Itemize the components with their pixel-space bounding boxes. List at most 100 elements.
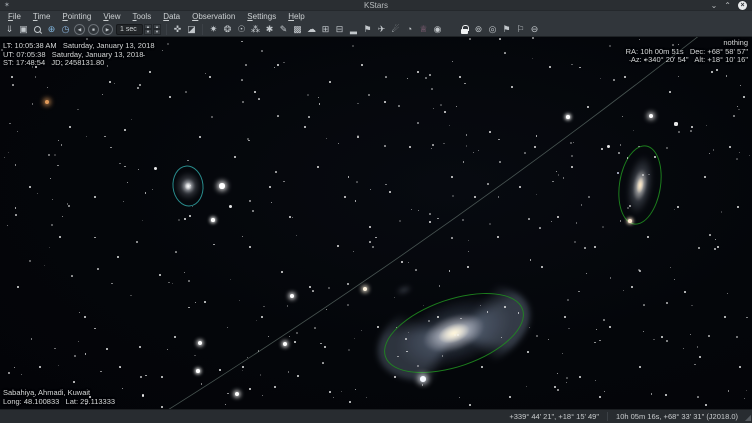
- set-time-button[interactable]: ◷: [59, 23, 72, 36]
- minimize-button[interactable]: ⌄: [711, 1, 718, 10]
- star: [209, 76, 211, 78]
- star: [649, 114, 654, 119]
- ekos-button[interactable]: ◉: [431, 23, 444, 36]
- timestep-down-button[interactable]: ▼: [144, 29, 152, 35]
- faint-star: [473, 152, 475, 154]
- toggle-deep-sky-objects-button[interactable]: ❂: [221, 23, 234, 36]
- toggle-satellites-button[interactable]: ✈: [375, 23, 388, 36]
- remove-flag-button[interactable]: ⚐: [514, 23, 527, 36]
- focus-infobox[interactable]: nothingRA: 10h 00m 51s Dec: +68° 58' 57"…: [626, 39, 748, 65]
- star: [17, 286, 19, 288]
- faint-star: [114, 83, 115, 84]
- faint-star: [187, 160, 189, 162]
- open-image-button[interactable]: ▣: [17, 23, 30, 36]
- toggle-stars-button[interactable]: ✷: [207, 23, 220, 36]
- toggle-flags-button[interactable]: ⚑: [361, 23, 374, 36]
- stop-clock-button[interactable]: ■: [88, 24, 99, 35]
- download-new-data-button[interactable]: ⇓: [3, 23, 16, 36]
- toggle-milky-way-button[interactable]: ☁: [305, 23, 318, 36]
- star: [124, 129, 127, 132]
- star: [196, 369, 200, 373]
- star: [437, 316, 439, 318]
- menu-data[interactable]: Data: [157, 11, 186, 22]
- faint-star: [225, 404, 226, 405]
- faint-star: [50, 178, 51, 179]
- whats-interesting-button[interactable]: ♕: [417, 23, 430, 36]
- faint-star: [459, 397, 460, 398]
- faint-star: [599, 340, 600, 341]
- menu-view[interactable]: View: [97, 11, 126, 22]
- faint-star: [370, 189, 372, 191]
- faint-star: [296, 235, 298, 237]
- slew-telescope-button[interactable]: ⊚: [472, 23, 485, 36]
- faint-star: [277, 115, 279, 117]
- star: [617, 172, 620, 175]
- faint-star: [604, 391, 605, 392]
- faint-star: [613, 79, 615, 81]
- sky-map[interactable]: LT: 10:05:38 AM Saturday, January 13, 20…: [0, 37, 752, 409]
- toggle-equatorial-grid-button[interactable]: ⊞: [319, 23, 332, 36]
- faint-star: [188, 307, 189, 308]
- star: [459, 76, 461, 78]
- faint-star: [258, 350, 259, 351]
- faint-star: [501, 337, 502, 338]
- time-infobox[interactable]: LT: 10:05:38 AM Saturday, January 13, 20…: [3, 42, 155, 68]
- show-fov-button[interactable]: ⊖: [528, 23, 541, 36]
- faint-star: [385, 76, 387, 78]
- faint-star: [433, 108, 434, 109]
- toggle-constellation-art-button[interactable]: ✎: [277, 23, 290, 36]
- star: [389, 191, 392, 194]
- location-infobox[interactable]: Sabahiya, Ahmadi, KuwaitLong: 48.100833 …: [3, 389, 115, 406]
- toggle-horizontal-grid-button[interactable]: ⊟: [333, 23, 346, 36]
- toggle-constellation-names-button[interactable]: ✱: [263, 23, 276, 36]
- menu-help[interactable]: Help: [282, 11, 310, 22]
- track-object-button[interactable]: ◎: [486, 23, 499, 36]
- find-object-button[interactable]: [31, 23, 44, 36]
- toggle-constellation-boundaries-button[interactable]: ▩: [291, 23, 304, 36]
- time-step-backward-button[interactable]: ◀: [74, 24, 85, 35]
- faint-star: [68, 205, 70, 207]
- faint-star: [574, 241, 575, 242]
- zoom-default-button[interactable]: ✜: [171, 23, 184, 36]
- menu-time[interactable]: Time: [27, 11, 56, 22]
- menu-tools[interactable]: Tools: [127, 11, 158, 22]
- toggle-supernovae-button[interactable]: ☄: [389, 23, 402, 36]
- menu-observation[interactable]: Observation: [186, 11, 241, 22]
- faint-star: [162, 50, 163, 51]
- faint-star: [727, 293, 728, 294]
- toggle-solar-system-button[interactable]: ☉: [235, 23, 248, 36]
- menu-pointing[interactable]: Pointing: [56, 11, 97, 22]
- faint-star: [627, 207, 629, 209]
- star: [324, 346, 326, 348]
- faint-star: [670, 267, 671, 268]
- faint-star: [411, 209, 412, 210]
- faint-star: [644, 59, 645, 60]
- export-sky-image-button[interactable]: ◪: [185, 23, 198, 36]
- maximize-button[interactable]: ⌃: [724, 1, 731, 10]
- faint-star: [573, 142, 574, 143]
- faint-star: [368, 94, 370, 96]
- faint-star: [248, 140, 249, 141]
- timestep-down-button[interactable]: ▼: [153, 29, 161, 35]
- lock-to-object-button[interactable]: [458, 23, 471, 36]
- time-step-forward-button[interactable]: ▶: [102, 24, 113, 35]
- set-geographic-location-button[interactable]: ⊕: [45, 23, 58, 36]
- faint-star: [85, 403, 87, 405]
- faint-star: [7, 225, 8, 226]
- add-flag-button[interactable]: ⚑: [500, 23, 513, 36]
- faint-star: [499, 38, 501, 40]
- faint-star: [674, 209, 675, 210]
- sky-calendar-button[interactable]: ◔: [403, 23, 416, 36]
- timestep-value[interactable]: 1 sec: [116, 24, 143, 35]
- close-button[interactable]: ×: [738, 1, 747, 10]
- toggle-ground-button[interactable]: ▂: [347, 23, 360, 36]
- menu-file[interactable]: File: [2, 11, 27, 22]
- timestep-spinbox[interactable]: 1 sec▲▼▲▼: [116, 24, 161, 35]
- star: [489, 131, 491, 133]
- menu-settings[interactable]: Settings: [241, 11, 282, 22]
- resize-grip[interactable]: ◢: [745, 413, 751, 423]
- faint-star: [100, 371, 101, 372]
- titlebar[interactable]: ✶ KStars ⌄ ⌃ ×: [0, 0, 752, 11]
- faint-star: [97, 268, 99, 270]
- toggle-constellation-lines-button[interactable]: ⁂: [249, 23, 262, 36]
